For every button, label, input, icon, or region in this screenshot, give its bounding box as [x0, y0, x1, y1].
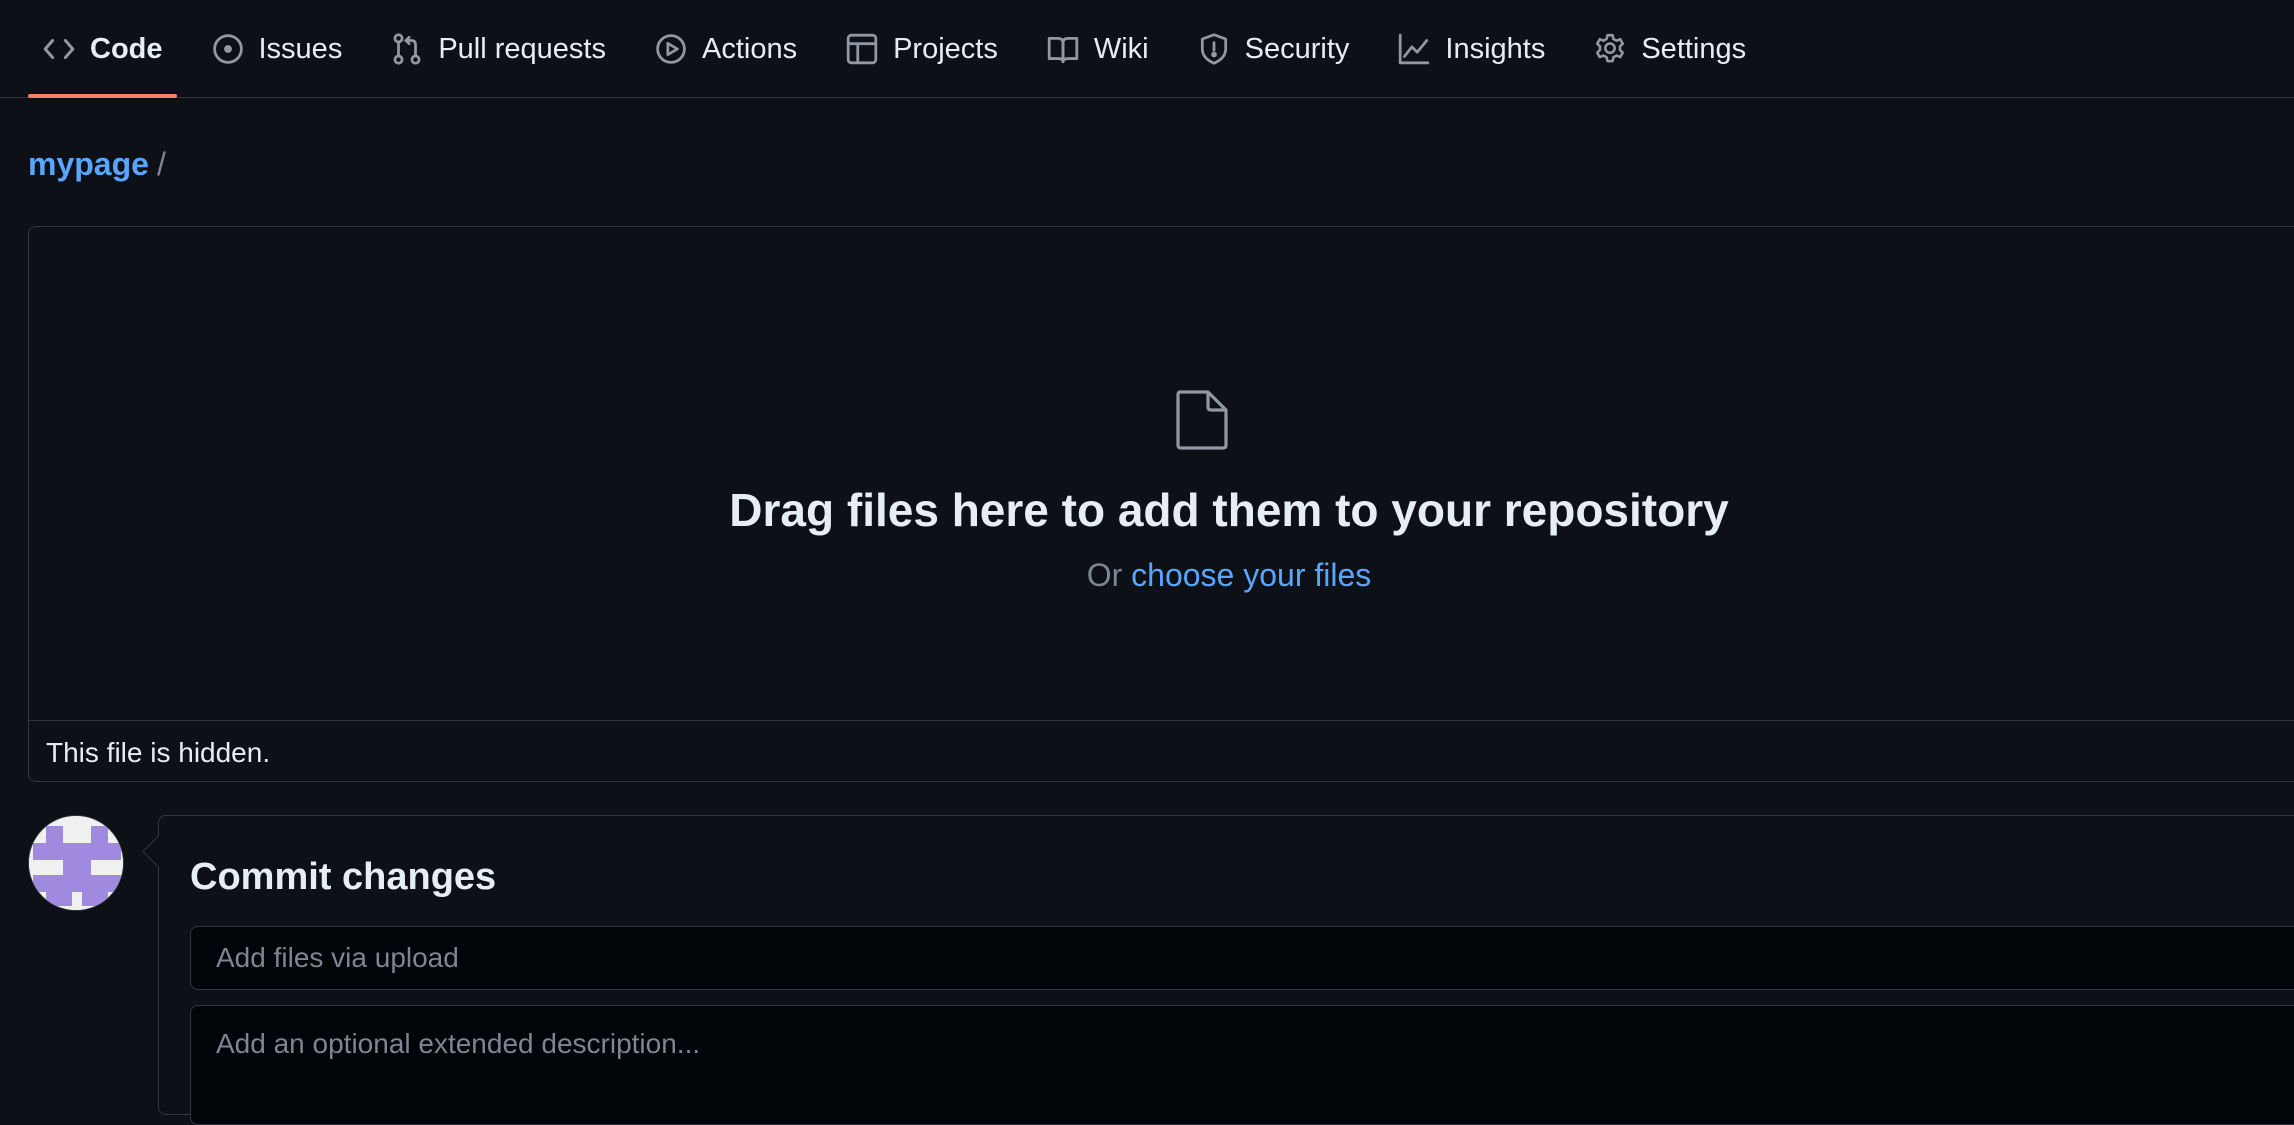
avatar[interactable] [28, 815, 124, 911]
tab-actions[interactable]: Actions [640, 0, 811, 98]
tab-code[interactable]: Code [28, 0, 177, 98]
book-icon [1046, 32, 1080, 66]
graph-icon [1397, 32, 1431, 66]
tab-wiki[interactable]: Wiki [1032, 0, 1163, 98]
git-pull-request-icon [390, 32, 424, 66]
repo-tabs: Code Issues Pull requests Actions Projec… [28, 0, 1780, 98]
code-icon [42, 32, 76, 66]
repo-navigation: Code Issues Pull requests Actions Projec… [0, 0, 2294, 98]
gear-icon [1593, 32, 1627, 66]
commit-summary-input[interactable] [190, 926, 2294, 990]
tab-label: Wiki [1093, 32, 1149, 65]
tab-label: Actions [701, 32, 798, 65]
tab-label: Security [1244, 32, 1350, 65]
dropzone-title: Drag files here to add them to your repo… [729, 484, 1729, 536]
file-dropzone[interactable]: Drag files here to add them to your repo… [28, 226, 2294, 782]
tab-security[interactable]: Security [1183, 0, 1364, 98]
tab-issues[interactable]: Issues [197, 0, 357, 98]
file-icon [1176, 390, 1228, 450]
table-icon [845, 32, 879, 66]
dropzone-area[interactable]: Drag files here to add them to your repo… [29, 227, 2294, 721]
breadcrumb: mypage / [28, 146, 166, 183]
commit-form: Commit changes [158, 815, 2294, 1125]
tab-projects[interactable]: Projects [831, 0, 1012, 98]
breadcrumb-separator: / [156, 146, 166, 182]
shield-icon [1197, 32, 1231, 66]
identicon-avatar [29, 816, 123, 910]
issue-opened-icon [211, 32, 245, 66]
dropzone-subtitle: Or choose your files [929, 557, 1529, 594]
tab-pull-requests[interactable]: Pull requests [376, 0, 620, 98]
tab-label: Code [90, 32, 163, 65]
hidden-file-note: This file is hidden. [46, 737, 271, 768]
repo-link[interactable]: mypage [28, 146, 149, 183]
dropzone-subtitle-prefix: Or [1086, 557, 1123, 593]
tab-insights[interactable]: Insights [1383, 0, 1559, 98]
choose-files-link[interactable]: choose your files [1131, 557, 1371, 593]
play-icon [654, 32, 688, 66]
tab-settings[interactable]: Settings [1579, 0, 1760, 98]
tab-label: Projects [893, 32, 998, 65]
tab-label: Settings [1641, 32, 1747, 65]
tab-label: Issues [258, 32, 343, 65]
commit-description-field[interactable] [190, 1005, 2294, 1125]
commit-title: Commit changes [190, 856, 497, 898]
tab-label: Insights [1445, 32, 1546, 65]
tab-label: Pull requests [438, 32, 606, 65]
